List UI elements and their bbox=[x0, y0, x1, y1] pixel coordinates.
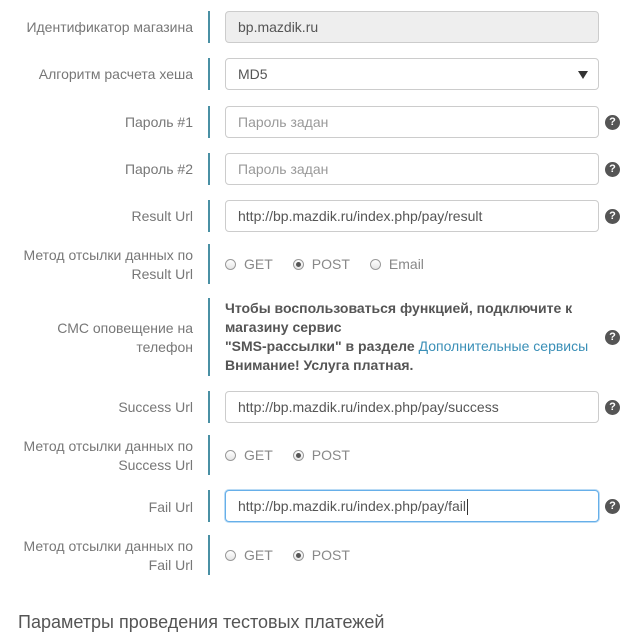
help-icon[interactable]: ? bbox=[605, 162, 620, 177]
fail-method-label-line1: Метод отсылки данных по bbox=[23, 538, 193, 554]
sms-text-line1: Чтобы воспользоваться функцией, подключи… bbox=[225, 300, 573, 316]
password1-label: Пароль #1 bbox=[124, 114, 193, 130]
radio-label: Email bbox=[388, 256, 424, 272]
success-url-label: Success Url bbox=[118, 399, 193, 415]
password2-label: Пароль #2 bbox=[124, 161, 193, 177]
result-method-option-post[interactable]: POST bbox=[292, 256, 350, 272]
text-caret bbox=[467, 499, 469, 516]
shop-id-field[interactable]: bp.mazdik.ru bbox=[225, 11, 599, 43]
row-divider bbox=[208, 106, 210, 138]
row-divider bbox=[208, 58, 210, 90]
success-method-option-post[interactable]: POST bbox=[292, 447, 350, 463]
radio-button-checked[interactable] bbox=[292, 258, 304, 270]
radio-label: POST bbox=[311, 256, 350, 272]
radio-button[interactable] bbox=[225, 549, 236, 561]
shop-id-label: Идентификатор магазина bbox=[26, 19, 193, 35]
result-url-input[interactable]: http://bp.mazdik.ru/index.php/pay/result bbox=[225, 200, 599, 232]
radio-label: POST bbox=[311, 447, 350, 463]
success-method-label: Метод отсылки данных по Success Url bbox=[8, 437, 193, 475]
result-method-label-line1: Метод отсылки данных по bbox=[23, 247, 193, 263]
dropdown-arrow-icon bbox=[578, 71, 588, 79]
radio-label: POST bbox=[311, 547, 350, 563]
row-divider bbox=[208, 153, 210, 185]
help-icon[interactable]: ? bbox=[605, 400, 620, 415]
radio-label: GET bbox=[244, 256, 273, 272]
sms-info-text: Чтобы воспользоваться функцией, подключи… bbox=[225, 299, 595, 375]
radio-label: GET bbox=[244, 447, 273, 463]
row-divider bbox=[208, 391, 210, 423]
help-icon[interactable]: ? bbox=[605, 209, 620, 224]
password1-input[interactable]: Пароль задан bbox=[225, 106, 599, 138]
success-url-input[interactable]: http://bp.mazdik.ru/index.php/pay/succes… bbox=[225, 391, 599, 423]
payment-settings-form: Идентификатор магазина bp.mazdik.ru Алго… bbox=[0, 0, 643, 632]
result-method-label-line2: Result Url bbox=[131, 266, 193, 282]
result-method-option-email[interactable]: Email bbox=[369, 256, 424, 272]
password2-input[interactable]: Пароль задан bbox=[225, 153, 599, 185]
row-divider bbox=[208, 435, 210, 475]
radio-button[interactable] bbox=[225, 449, 236, 461]
help-icon[interactable]: ? bbox=[605, 499, 620, 514]
fail-method-option-get[interactable]: GET bbox=[225, 547, 273, 563]
additional-services-link[interactable]: Дополнительные сервисы bbox=[419, 338, 589, 354]
result-url-label: Result Url bbox=[131, 208, 193, 224]
fail-url-label: Fail Url bbox=[148, 499, 193, 515]
result-method-option-get[interactable]: GET bbox=[225, 256, 273, 272]
fail-url-value: http://bp.mazdik.ru/index.php/pay/fail bbox=[238, 498, 467, 514]
result-method-radio-group: GET POST Email bbox=[225, 254, 444, 274]
fail-method-option-post[interactable]: POST bbox=[292, 547, 350, 563]
radio-button[interactable] bbox=[369, 258, 381, 270]
row-divider bbox=[208, 244, 210, 284]
radio-button-checked[interactable] bbox=[292, 449, 304, 461]
success-method-label-line2: Success Url bbox=[118, 457, 193, 473]
row-divider bbox=[208, 490, 210, 522]
success-method-option-get[interactable]: GET bbox=[225, 447, 273, 463]
row-divider bbox=[208, 200, 210, 232]
row-divider bbox=[208, 11, 210, 43]
fail-url-input[interactable]: http://bp.mazdik.ru/index.php/pay/fail bbox=[225, 490, 599, 522]
row-divider bbox=[208, 298, 210, 376]
success-method-label-line1: Метод отсылки данных по bbox=[23, 438, 193, 454]
help-icon[interactable]: ? bbox=[605, 115, 620, 130]
help-icon[interactable]: ? bbox=[605, 330, 620, 345]
row-divider bbox=[208, 535, 210, 575]
fail-method-radio-group: GET POST bbox=[225, 545, 370, 565]
fail-method-label-line2: Fail Url bbox=[148, 557, 193, 573]
result-method-label: Метод отсылки данных по Result Url bbox=[8, 246, 193, 284]
sms-text-line2: магазину сервис bbox=[225, 319, 342, 335]
sms-text-line3: "SMS-рассылки" в разделе Дополнительные … bbox=[225, 337, 595, 356]
radio-button[interactable] bbox=[225, 258, 236, 270]
success-method-radio-group: GET POST bbox=[225, 445, 370, 465]
radio-label: GET bbox=[244, 547, 273, 563]
sms-label-line1: СМС оповещение на bbox=[57, 320, 193, 336]
hash-algorithm-select[interactable]: MD5 bbox=[225, 58, 599, 90]
sms-label: СМС оповещение на телефон bbox=[8, 319, 193, 357]
test-payments-section-title: Параметры проведения тестовых платежей bbox=[18, 612, 385, 632]
sms-text-line3-prefix: "SMS-рассылки" в разделе bbox=[225, 338, 415, 354]
radio-button-checked[interactable] bbox=[292, 549, 304, 561]
sms-label-line2: телефон bbox=[136, 339, 193, 355]
hash-algorithm-value: MD5 bbox=[238, 66, 268, 82]
fail-method-label: Метод отсылки данных по Fail Url bbox=[8, 537, 193, 575]
sms-text-warning: Внимание! Услуга платная. bbox=[225, 357, 414, 373]
hash-algorithm-label: Алгоритм расчета хеша bbox=[38, 66, 193, 82]
